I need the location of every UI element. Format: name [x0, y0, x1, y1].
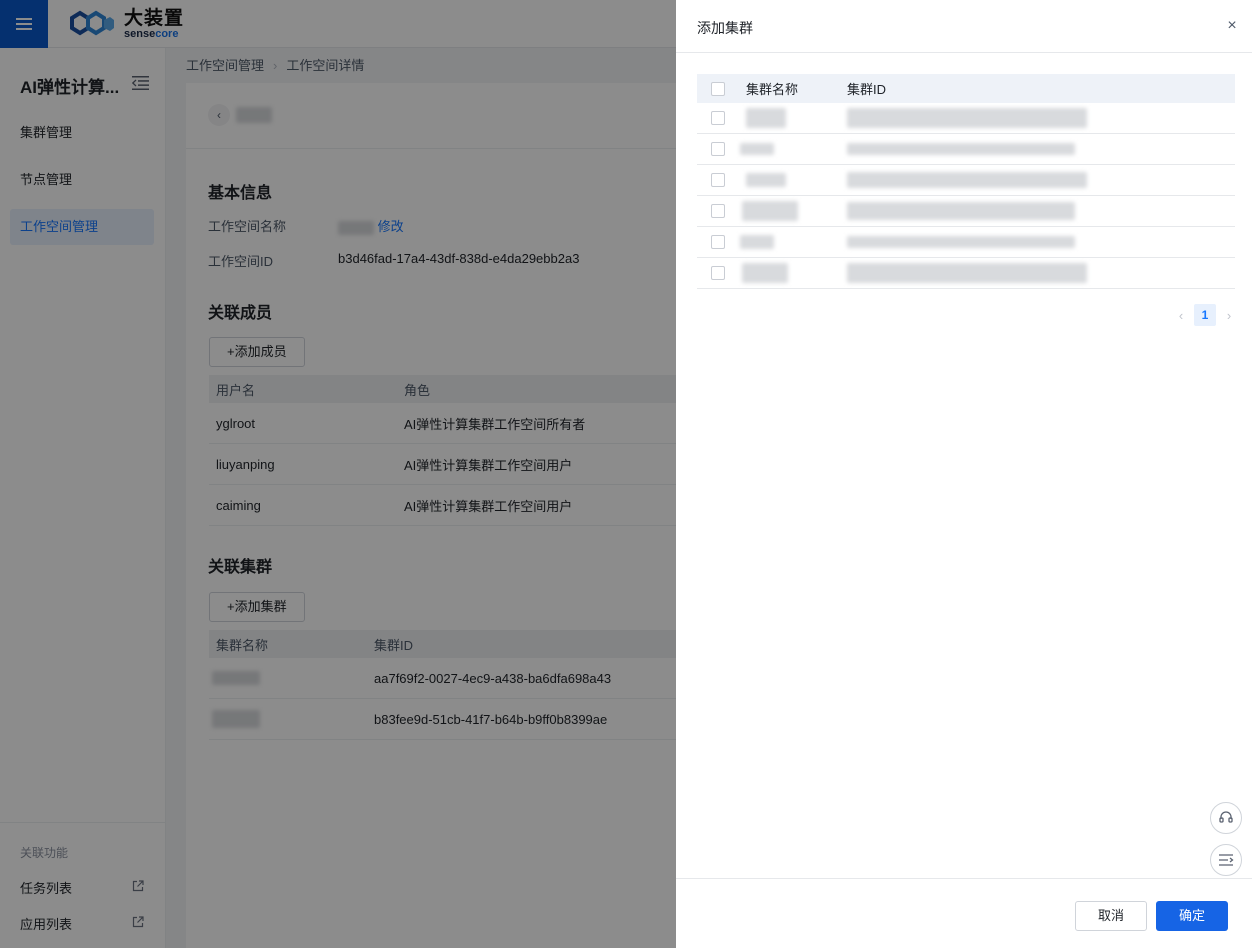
- next-page-icon[interactable]: ›: [1224, 308, 1234, 323]
- add-cluster-drawer: 添加集群 × 集群名称 集群ID ‹ 1 › 取消 确定: [676, 0, 1252, 948]
- cluster-id-blurred: [847, 134, 1075, 164]
- row-checkbox[interactable]: [711, 173, 725, 187]
- cluster-name-blurred: [742, 196, 798, 226]
- table-row[interactable]: [697, 196, 1235, 227]
- table-row[interactable]: [697, 258, 1235, 289]
- cluster-name-blurred: [740, 134, 774, 164]
- modal-mask[interactable]: [0, 0, 676, 948]
- row-checkbox[interactable]: [711, 204, 725, 218]
- row-checkbox[interactable]: [711, 111, 725, 125]
- list-menu-icon[interactable]: [1210, 844, 1242, 876]
- cluster-id-blurred: [847, 196, 1075, 226]
- close-icon[interactable]: ×: [1224, 18, 1240, 34]
- table-row[interactable]: [697, 165, 1235, 196]
- row-checkbox[interactable]: [711, 266, 725, 280]
- table-row[interactable]: [697, 134, 1235, 165]
- cluster-name-blurred: [746, 165, 786, 195]
- cancel-button[interactable]: 取消: [1075, 901, 1147, 931]
- page-number[interactable]: 1: [1194, 304, 1216, 326]
- cluster-select-table: 集群名称 集群ID: [697, 74, 1235, 289]
- table-row[interactable]: [697, 227, 1235, 258]
- headset-support-icon[interactable]: [1210, 802, 1242, 834]
- cluster-name-blurred: [746, 103, 786, 133]
- drawer-title: 添加集群: [697, 20, 753, 36]
- cluster-name-blurred: [742, 258, 788, 288]
- cluster-name-blurred: [740, 227, 774, 257]
- column-header-cluster-id: 集群ID: [847, 82, 887, 97]
- table-row[interactable]: [697, 103, 1235, 134]
- cluster-id-blurred: [847, 103, 1087, 133]
- cluster-select-table-header: 集群名称 集群ID: [697, 74, 1235, 103]
- select-all-checkbox[interactable]: [711, 81, 725, 96]
- row-checkbox[interactable]: [711, 235, 725, 249]
- cluster-id-blurred: [847, 258, 1087, 288]
- pagination: ‹ 1 ›: [1176, 304, 1234, 326]
- cluster-id-blurred: [847, 227, 1075, 257]
- drawer-divider: [676, 52, 1252, 53]
- prev-page-icon[interactable]: ‹: [1176, 308, 1186, 323]
- column-header-cluster-name: 集群名称: [746, 82, 799, 97]
- confirm-button[interactable]: 确定: [1156, 901, 1228, 931]
- drawer-footer-divider: [676, 878, 1252, 879]
- cluster-id-blurred: [847, 165, 1087, 195]
- row-checkbox[interactable]: [711, 142, 725, 156]
